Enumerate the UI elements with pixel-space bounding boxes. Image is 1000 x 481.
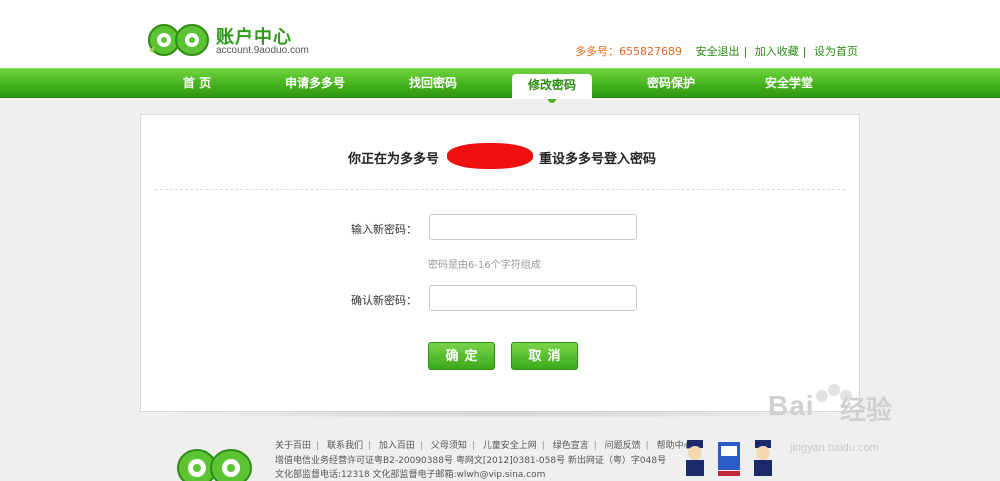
confirm-password-label: 确认新密码：	[351, 294, 417, 307]
new-password-input[interactable]	[429, 214, 637, 240]
footer-links: 关于百田 | 联系我们 | 加入百田 | 父母须知 | 儿童安全上网 | 绿色宣言 | 问题…	[275, 438, 693, 451]
watermark-suffix: 经验	[840, 396, 893, 426]
link-separator: |	[419, 441, 423, 451]
main-nav: 首 页 申请多多号 找回密码 修改密码 密码保护 安全学堂	[0, 68, 1000, 103]
link-separator: |	[593, 441, 597, 451]
police-badge-icon[interactable]	[682, 438, 708, 478]
supervision-line: 文化部监督电话:12318 文化部监督电子邮箱:wlwh@vip.sina.co…	[275, 470, 546, 480]
nav-item-change-password[interactable]: 修改密码	[512, 74, 592, 103]
user-links: 多多号：655827689 安全退出 | 加入收藏 | 设为首页	[575, 43, 858, 59]
cancel-button[interactable]: 取消	[511, 342, 578, 370]
link-separator: |	[316, 441, 320, 451]
footer-link-child-safety[interactable]: 儿童安全上网	[483, 441, 537, 451]
nav-item-apply-account[interactable]: 申请多多号	[275, 69, 355, 98]
link-separator: |	[743, 45, 748, 58]
headline-suffix: 重设多多号登入密码	[539, 152, 657, 167]
footer-logo-icon	[177, 449, 252, 481]
nav-item-recover-password[interactable]: 找回密码	[393, 69, 473, 98]
confirm-button[interactable]: 确定	[428, 342, 495, 370]
new-password-label: 输入新密码：	[351, 223, 417, 236]
nav-item-home[interactable]: 首 页	[157, 69, 237, 98]
footer-link-green[interactable]: 绿色宣言	[553, 441, 589, 451]
divider	[155, 189, 845, 190]
logo-icon[interactable]	[147, 20, 213, 58]
add-favorite-link[interactable]: 加入收藏	[755, 45, 799, 58]
nav-item-password-protection[interactable]: 密码保护	[631, 69, 711, 98]
footer-link-feedback[interactable]: 问题反馈	[605, 441, 641, 451]
watermark-brand: Bai	[768, 390, 815, 421]
account-label: 多多号：	[575, 45, 620, 58]
app-url: account.9aoduo.com	[216, 45, 309, 56]
header: 账户中心 account.9aoduo.com 多多号：655827689 安全…	[0, 0, 1000, 68]
logout-link[interactable]: 安全退出	[696, 45, 740, 58]
nav-item-security-school[interactable]: 安全学堂	[749, 69, 829, 98]
footer-link-about[interactable]: 关于百田	[275, 441, 311, 451]
link-separator: |	[367, 441, 371, 451]
link-separator: |	[541, 441, 545, 451]
set-homepage-link[interactable]: 设为首页	[814, 45, 858, 58]
redaction-mark	[447, 143, 533, 169]
confirm-password-input[interactable]	[429, 285, 637, 311]
link-separator: |	[802, 45, 807, 58]
change-password-panel: 你正在为多多号 重设多多号登入密码 输入新密码： 密码是由6-16个字符组成 确…	[140, 114, 860, 412]
footer-link-contact[interactable]: 联系我们	[327, 441, 363, 451]
watermark-url: jingyan.baidu.com	[790, 442, 879, 454]
link-separator: |	[471, 441, 475, 451]
account-number: 655827689	[619, 45, 683, 58]
link-separator: |	[645, 441, 649, 451]
footer-link-join[interactable]: 加入百田	[379, 441, 415, 451]
license-line: 增值电信业务经营许可证粤B2-20090388号 粤网文[2012]0381-0…	[275, 456, 667, 466]
cyber-police-icon[interactable]	[716, 438, 742, 478]
panel-shadow	[150, 410, 850, 418]
headline-prefix: 你正在为多多号	[348, 152, 440, 167]
password-hint: 密码是由6-16个字符组成	[428, 260, 541, 271]
footer-link-parents[interactable]: 父母须知	[431, 441, 467, 451]
